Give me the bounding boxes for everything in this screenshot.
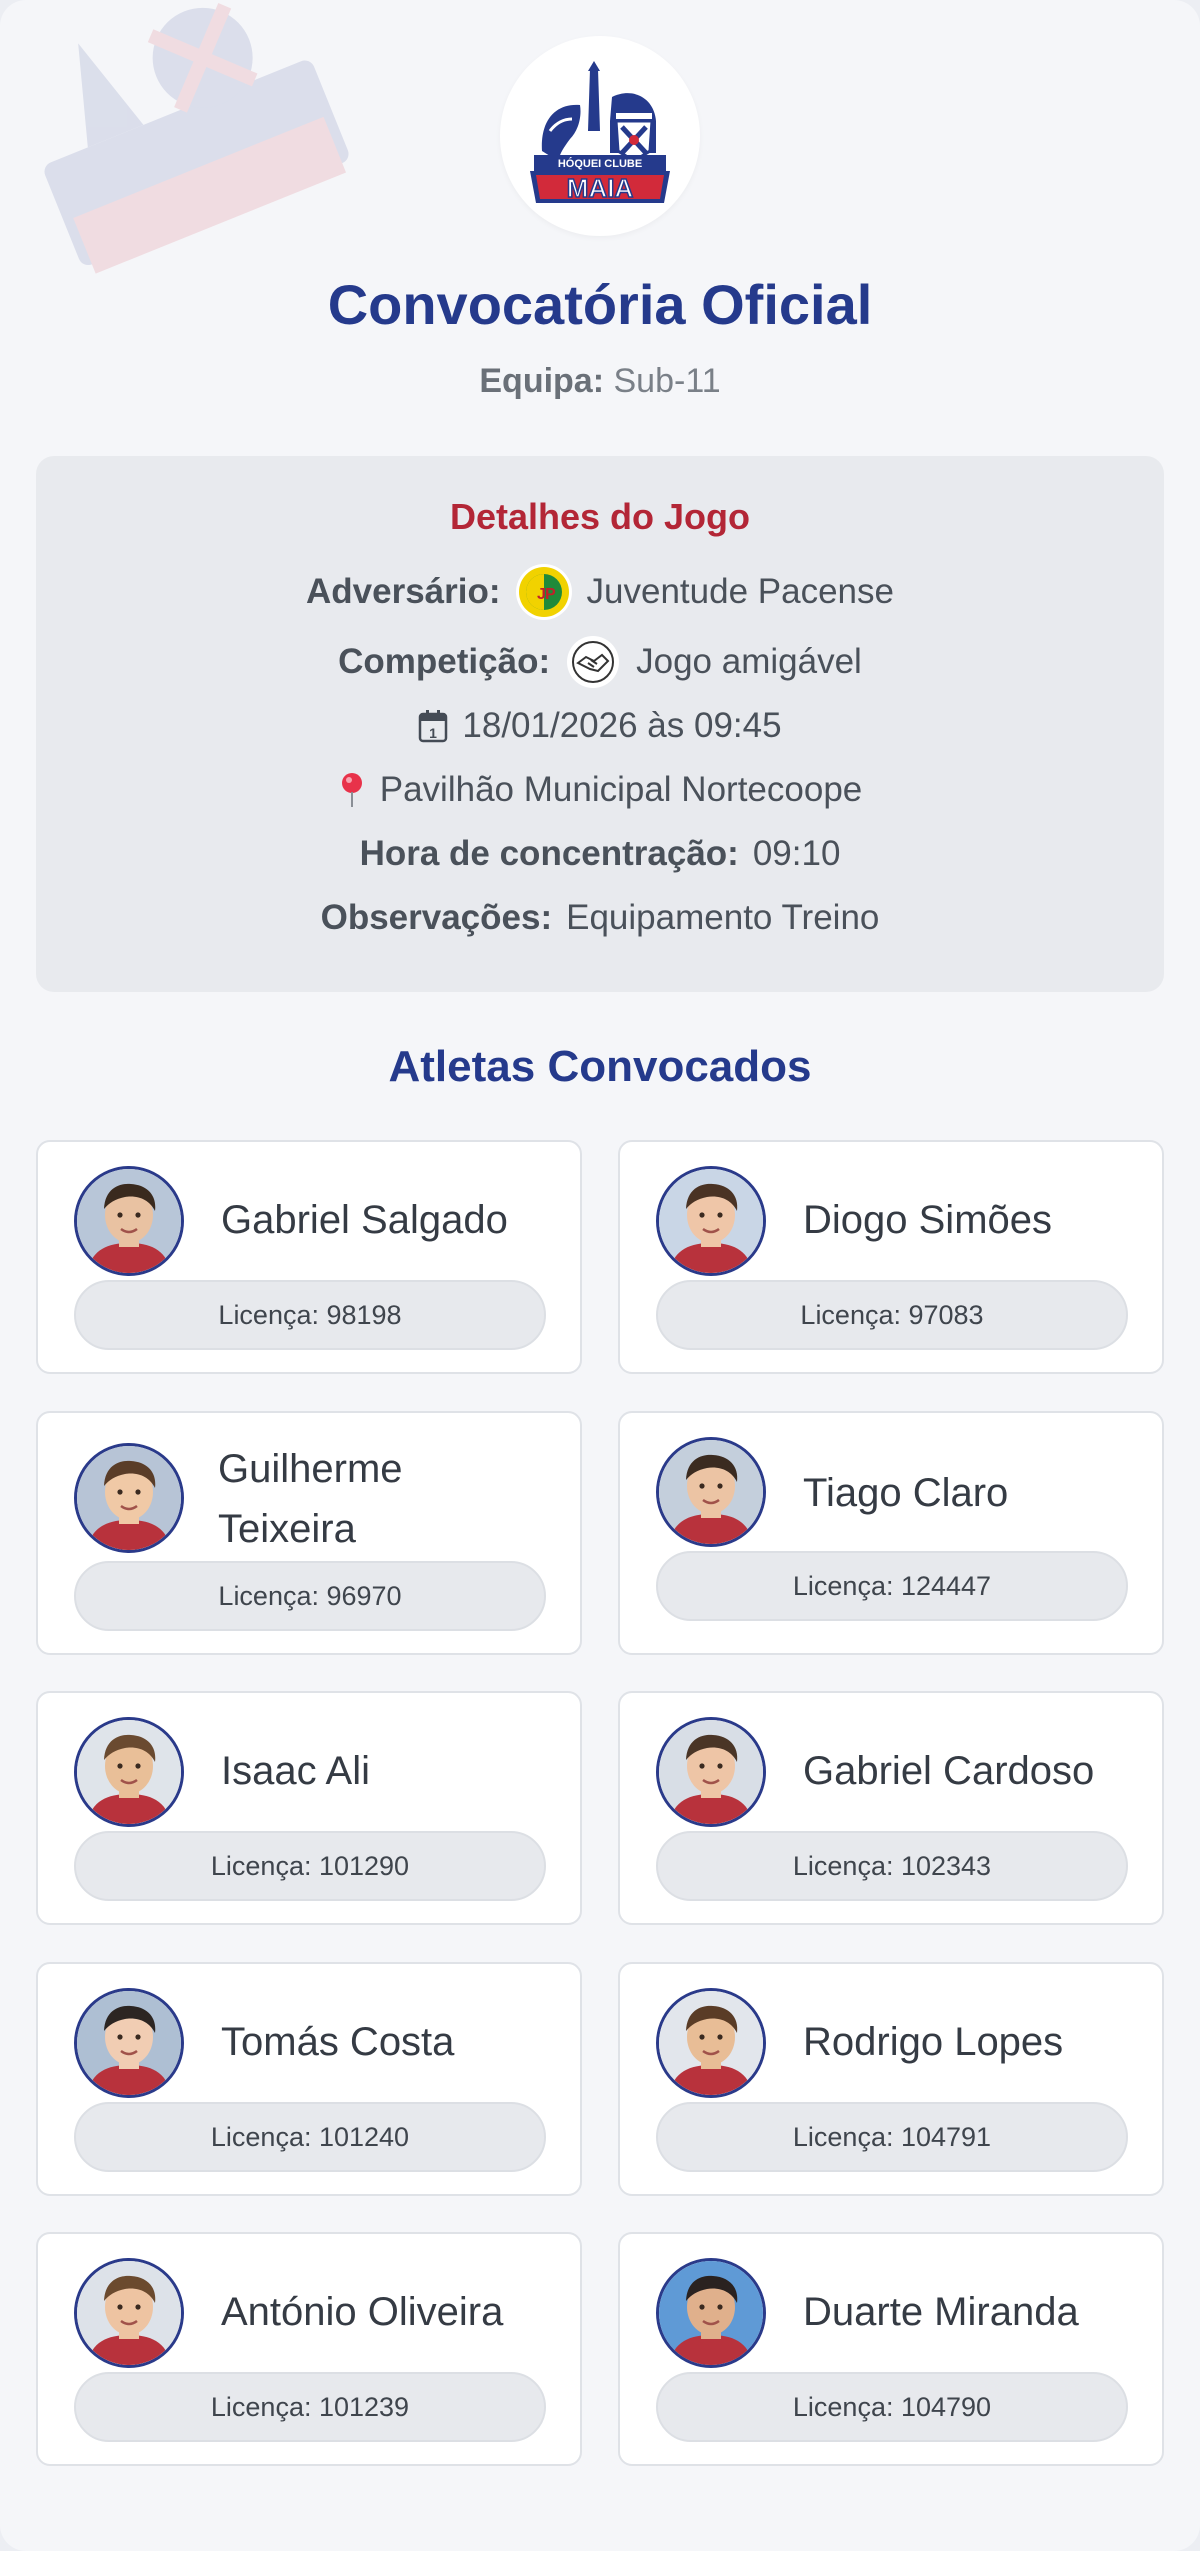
athlete-name: Diogo Simões (803, 1198, 1053, 1242)
athlete-photo (74, 1443, 184, 1553)
athlete-license-badge: Licença: 101239 (74, 2372, 546, 2442)
athlete-name: Tomás Costa (221, 2020, 455, 2064)
athlete-license-badge: Licença: 104791 (656, 2102, 1128, 2172)
athlete-license-badge: Licença: 101290 (74, 1831, 546, 1901)
opponent-row: Adversário: J P Juventude Pacense (36, 562, 1164, 622)
opponent-club-crest-icon: J P (515, 564, 572, 620)
game-details-panel: Detalhes do Jogo Adversário: J P Juventu… (36, 456, 1164, 992)
athlete-card: Guilherme Teixeira Licença: 96970 (36, 1411, 582, 1655)
notes-value: Equipamento Treino (566, 898, 880, 937)
datetime-value: 18/01/2026 às 09:45 (462, 706, 782, 745)
meeting-label: Hora de concentração: (359, 834, 739, 873)
athlete-name: Tiago Claro (803, 1471, 1009, 1515)
athlete-name: António Oliveira (221, 2290, 504, 2334)
athlete-card: Duarte Miranda Licença: 104790 (618, 2232, 1164, 2466)
athlete-name: Gabriel Cardoso (803, 1749, 1095, 1793)
athlete-card: Tomás Costa Licença: 101240 (36, 1962, 582, 2196)
athlete-card: Rodrigo Lopes Licença: 104791 (618, 1962, 1164, 2196)
athlete-license-badge: Licença: 102343 (656, 1831, 1128, 1901)
athletes-section-title: Atletas Convocados (388, 1042, 812, 1091)
meeting-time-row: Hora de concentração: 09:10 (36, 824, 1164, 884)
athlete-photo (656, 1717, 766, 1827)
athlete-card: Gabriel Salgado Licença: 98198 (36, 1140, 582, 1374)
club-logo: HÓQUEI CLUBE MAIA (500, 36, 700, 236)
athlete-photo (656, 1988, 766, 2098)
meeting-value: 09:10 (752, 834, 841, 873)
athlete-card: Gabriel Cardoso Licença: 102343 (618, 1691, 1164, 1925)
handshake-icon (567, 636, 620, 688)
team-label: Equipa: (479, 362, 605, 400)
athlete-name: Duarte Miranda (803, 2290, 1079, 2334)
team-value: Sub-11 (613, 362, 721, 400)
svg-text:P: P (545, 586, 556, 603)
opponent-label: Adversário: (306, 572, 501, 611)
athlete-name: Gabriel Salgado (221, 1198, 508, 1242)
athlete-photo (656, 1166, 766, 1276)
location-value: Pavilhão Municipal Nortecoope (379, 770, 863, 809)
athlete-photo (656, 1437, 766, 1547)
athlete-name: Isaac Ali (221, 1749, 370, 1793)
athlete-photo (74, 1988, 184, 2098)
athlete-card: Tiago Claro Licença: 124447 (618, 1411, 1164, 1655)
athlete-license-badge: Licença: 98198 (74, 1280, 546, 1350)
athlete-photo (74, 2258, 184, 2368)
page-title: Convocatória Oficial (327, 273, 873, 336)
athlete-license-badge: Licença: 124447 (656, 1551, 1128, 1621)
athlete-card: António Oliveira Licença: 101239 (36, 2232, 582, 2466)
svg-text:1: 1 (430, 725, 438, 741)
athlete-license-badge: Licença: 104790 (656, 2372, 1128, 2442)
game-details-heading: Detalhes do Jogo (449, 496, 751, 537)
pin-icon (341, 773, 362, 807)
club-crest-icon: HÓQUEI CLUBE MAIA (530, 61, 670, 204)
svg-text:MAIA: MAIA (567, 173, 634, 203)
competition-row: Competição: Jogo amigável (36, 632, 1164, 692)
notes-row: Observações: Equipamento Treino (36, 888, 1164, 948)
convocatoria-page: HÓQUEI CLUBE MAIA Convocatória Oficial E… (0, 0, 1200, 2551)
athlete-name: Guilherme Teixeira (218, 1447, 403, 1551)
datetime-row: 1 18/01/2026 às 09:45 (36, 696, 1164, 756)
athlete-license-badge: Licença: 97083 (656, 1280, 1128, 1350)
location-row: Pavilhão Municipal Nortecoope (36, 760, 1164, 820)
opponent-value: Juventude Pacense (586, 572, 894, 611)
notes-label: Observações: (320, 898, 553, 937)
svg-text:HÓQUEI CLUBE: HÓQUEI CLUBE (558, 157, 642, 170)
athlete-card: Isaac Ali Licença: 101290 (36, 1691, 582, 1925)
athlete-photo (74, 1717, 184, 1827)
athlete-license-badge: Licença: 101240 (74, 2102, 546, 2172)
calendar-icon: 1 (419, 710, 448, 743)
competition-label: Competição: (338, 642, 551, 681)
athlete-license-badge: Licença: 96970 (74, 1561, 546, 1631)
athlete-photo (74, 1166, 184, 1276)
team-line: Equipa: Sub-11 (0, 362, 1200, 401)
athlete-card: Diogo Simões Licença: 97083 (618, 1140, 1164, 1374)
competition-value: Jogo amigável (636, 642, 862, 681)
athlete-name: Rodrigo Lopes (803, 2020, 1064, 2064)
athlete-photo (656, 2258, 766, 2368)
